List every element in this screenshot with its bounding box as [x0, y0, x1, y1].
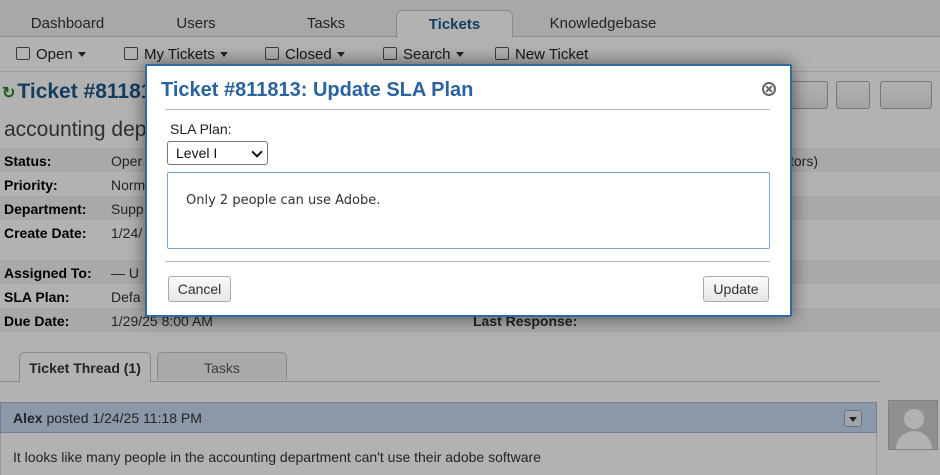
cancel-button[interactable]: Cancel	[168, 276, 231, 302]
sla-plan-select[interactable]: Level I	[167, 141, 268, 165]
divider	[165, 261, 770, 262]
dialog-title: Ticket #811813: Update SLA Plan	[161, 79, 474, 101]
update-button[interactable]: Update	[703, 276, 769, 302]
sla-plan-field-label: SLA Plan:	[170, 121, 232, 137]
close-icon[interactable]	[762, 82, 776, 96]
comment-textarea[interactable]: Only 2 people can use Adobe.	[167, 172, 770, 249]
update-sla-dialog: Ticket #811813: Update SLA Plan SLA Plan…	[145, 64, 792, 317]
comment-text: Only 2 people can use Adobe.	[186, 193, 381, 208]
divider	[165, 109, 770, 110]
